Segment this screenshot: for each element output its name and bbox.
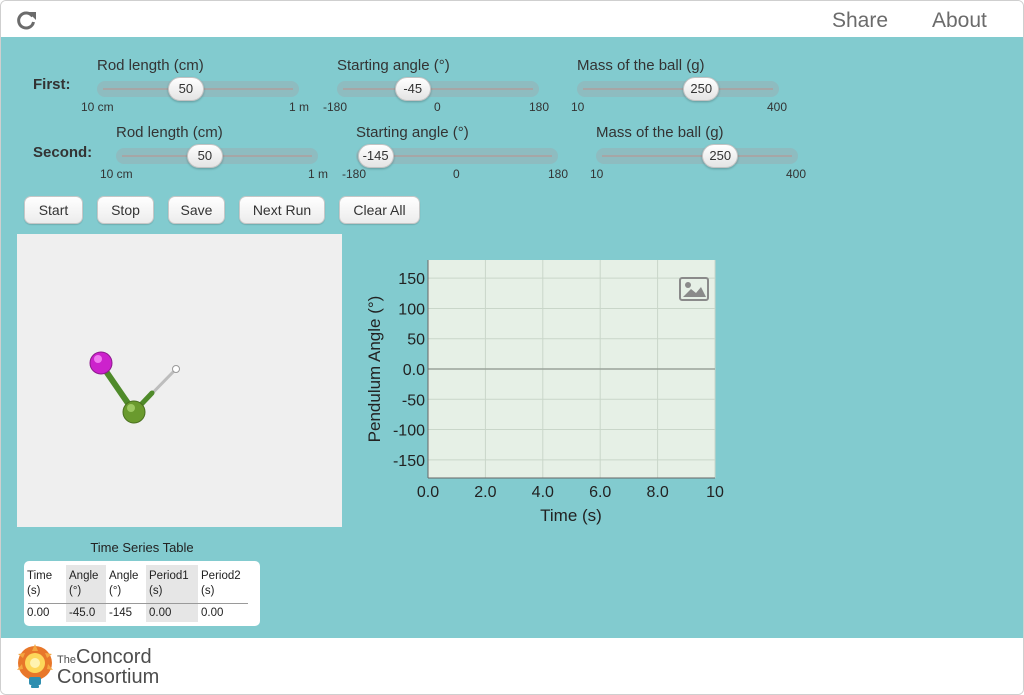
pendulum-pivot: [172, 365, 180, 373]
y-tick-label: -50: [402, 392, 425, 409]
first-rod-max: 1 m: [289, 100, 310, 114]
second-angle-label: Starting angle (°): [356, 124, 469, 141]
concord-lightbulb-logo: [17, 644, 53, 688]
first-rod-label: Rod length (cm): [97, 57, 204, 74]
top-bar: Share About: [1, 1, 1023, 37]
x-tick-label: 8.0: [646, 484, 668, 501]
clear-all-button[interactable]: Clear All: [339, 196, 420, 224]
pendulum-second-ball[interactable]: [89, 351, 113, 375]
table-cell: 0.00: [201, 607, 224, 619]
table-cell: 0.00: [149, 607, 172, 619]
first-mass-label: Mass of the ball (g): [577, 57, 705, 74]
table-cell: -145: [109, 607, 133, 619]
second-mass-min: 10: [590, 167, 604, 181]
x-tick-label: 0.0: [417, 484, 439, 501]
pendulum-simulation[interactable]: [17, 234, 342, 527]
second-row-label: Second:: [33, 144, 93, 161]
table-column-angle2: Angle (°) -145: [106, 565, 146, 622]
table-header: Angle (°): [109, 570, 139, 597]
app-frame: Share About First: Rod length (cm) 50 10…: [0, 0, 1024, 695]
angle-time-chart[interactable]: 0.0 2.0 4.0 6.0 8.0 10 150 100 50 0.0 -50 -100 -150 …: [356, 256, 736, 531]
x-axis-label: Time (s): [540, 506, 602, 525]
second-rod-slider[interactable]: 50: [116, 144, 318, 168]
y-tick-label: 150: [398, 271, 425, 288]
table-cell: -45.0: [69, 607, 96, 619]
x-tick-label: 2.0: [474, 484, 496, 501]
y-tick-label: 0.0: [403, 362, 425, 379]
second-mass-knob[interactable]: 250: [702, 144, 739, 168]
first-angle-knob[interactable]: -45: [394, 77, 431, 101]
table-column-time: Time (s) 0.00: [24, 565, 66, 622]
second-angle-knob[interactable]: -145: [357, 144, 394, 168]
second-angle-max: 180: [548, 167, 569, 181]
second-angle-mid: 0: [453, 167, 460, 181]
pendulum-second-ball-highlight: [94, 355, 102, 363]
x-tick-label: 6.0: [589, 484, 611, 501]
first-angle-mid: 0: [434, 100, 441, 114]
table-divider: [28, 603, 248, 604]
pendulum-first-ball[interactable]: [122, 400, 146, 424]
table-column-period1: Period1 (s) 0.00: [146, 565, 198, 622]
table-cell: 0.00: [27, 607, 50, 619]
y-tick-label: -150: [393, 453, 425, 470]
second-rod-label: Rod length (cm): [116, 124, 223, 141]
table-header: Time (s): [27, 570, 53, 597]
wordmark-concord: Concord: [75, 646, 152, 668]
first-mass-min: 10: [571, 100, 585, 114]
save-button[interactable]: Save: [168, 196, 225, 224]
wordmark-consortium: Consortium: [57, 666, 160, 688]
y-axis-label: Pendulum Angle (°): [365, 296, 384, 443]
second-mass-max: 400: [786, 167, 807, 181]
about-link[interactable]: About: [932, 9, 987, 33]
first-mass-knob[interactable]: 250: [683, 77, 720, 101]
first-rod-min: 10 cm: [81, 100, 114, 114]
table-header: Period1 (s): [149, 570, 189, 597]
table-header: Period2 (s): [201, 570, 241, 597]
first-row-label: First:: [33, 76, 71, 93]
y-tick-label: -100: [393, 423, 425, 440]
y-tick-label: 50: [407, 332, 425, 349]
first-angle-max: 180: [529, 100, 550, 114]
start-button[interactable]: Start: [24, 196, 83, 224]
first-rod-slider[interactable]: 50: [97, 77, 299, 101]
second-mass-label: Mass of the ball (g): [596, 124, 724, 141]
share-link[interactable]: Share: [832, 9, 888, 33]
reload-icon[interactable]: [15, 9, 37, 31]
first-mass-max: 400: [767, 100, 788, 114]
second-angle-min: -180: [342, 167, 367, 181]
first-angle-min: -180: [323, 100, 348, 114]
second-rod-max: 1 m: [308, 167, 329, 181]
y-tick-label: 100: [398, 301, 425, 318]
pendulum-first-ball-highlight: [127, 404, 135, 412]
second-rod-knob[interactable]: 50: [186, 144, 223, 168]
first-angle-label: Starting angle (°): [337, 57, 450, 74]
table-title: Time Series Table: [90, 540, 194, 555]
second-mass-slider[interactable]: 250: [596, 144, 798, 168]
table-column-angle1: Angle (°) -45.0: [66, 565, 106, 622]
stop-button[interactable]: Stop: [97, 196, 154, 224]
next-run-button[interactable]: Next Run: [239, 196, 325, 224]
first-mass-slider[interactable]: 250: [577, 77, 779, 101]
table-column-period2: Period2 (s) 0.00: [198, 565, 250, 622]
first-rod-knob[interactable]: 50: [167, 77, 204, 101]
concord-consortium-wordmark[interactable]: TheConcord Consortium: [57, 646, 160, 688]
first-angle-slider[interactable]: -45: [337, 77, 539, 101]
wordmark-the: The: [57, 654, 76, 666]
x-tick-label: 4.0: [532, 484, 554, 501]
table-header: Angle (°): [69, 570, 99, 597]
second-rod-min: 10 cm: [100, 167, 133, 181]
second-angle-slider[interactable]: -145: [356, 144, 558, 168]
x-tick-label: 10: [706, 484, 724, 501]
time-series-table: Time (s) 0.00 Angle (°) -45.0 Angle (°) …: [24, 561, 260, 626]
